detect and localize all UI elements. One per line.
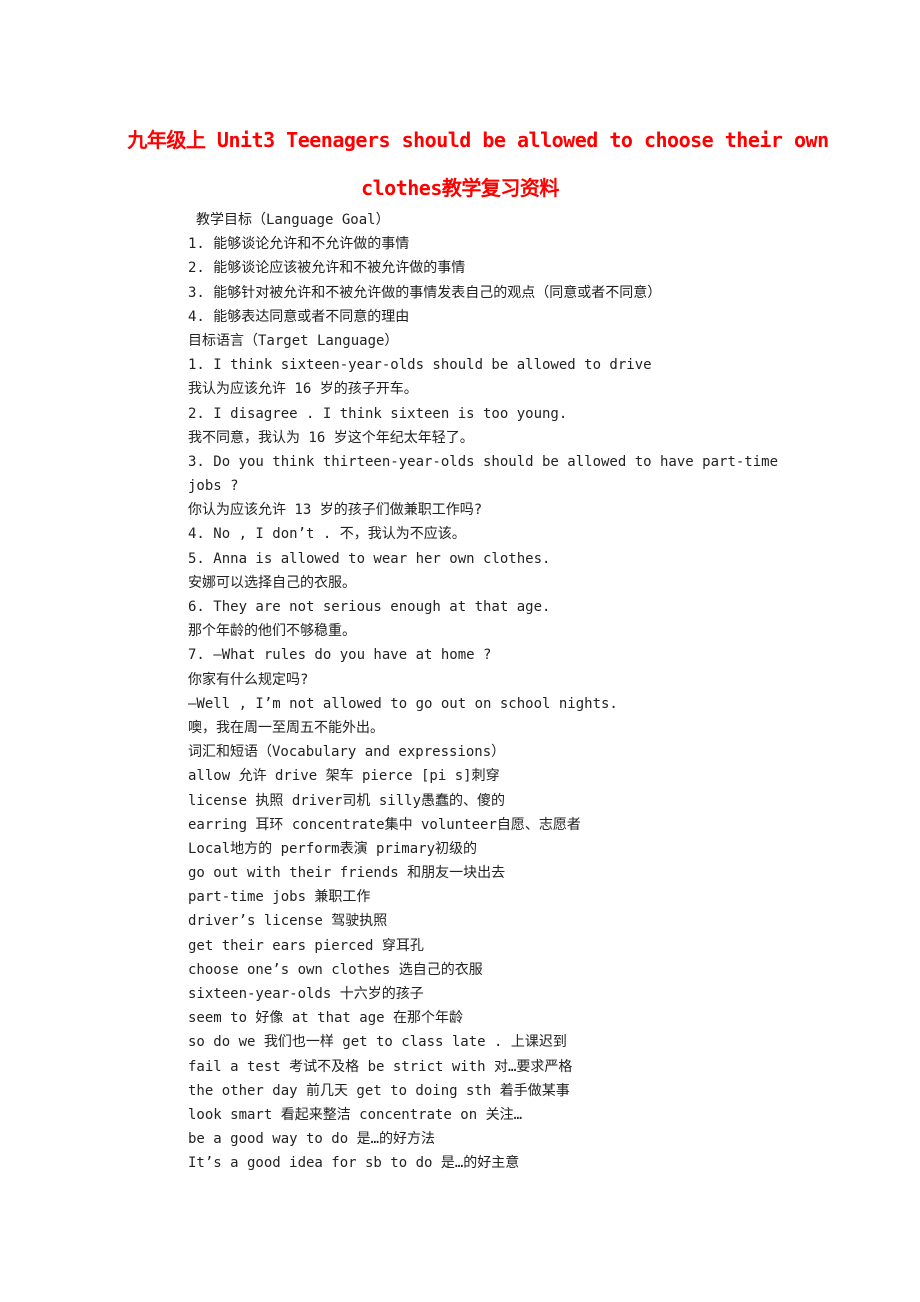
vocabulary-line: driver’s license 驾驶执照 bbox=[188, 913, 388, 930]
target-language-line: 3. Do you think thirteen-year-olds shoul… bbox=[188, 453, 779, 470]
vocabulary-line: It’s a good idea for sb to do 是…的好主意 bbox=[188, 1155, 520, 1172]
target-language-line: 6. They are not serious enough at that a… bbox=[188, 599, 551, 615]
vocabulary-line: look smart 看起来整洁 concentrate on 关注… bbox=[188, 1106, 523, 1123]
target-language-header: 目标语言（Target Language） bbox=[188, 332, 399, 349]
vocabulary-line: allow 允许 drive 架车 pierce [pi s]刺穿 bbox=[188, 768, 500, 785]
target-language-line: 那个年龄的他们不够稳重。 bbox=[188, 623, 356, 640]
target-language-line: 噢，我在周一至周五不能外出。 bbox=[188, 719, 384, 736]
vocabulary-line: sixteen-year-olds 十六岁的孩子 bbox=[188, 986, 424, 1002]
vocabulary-line: fail a test 考试不及格 be strict with 对…要求严格 bbox=[188, 1058, 573, 1075]
document-title-line-2: clothes教学复习资料 bbox=[361, 176, 559, 200]
target-language-line: 我不同意，我认为 16 岁这个年纪太年轻了。 bbox=[188, 429, 474, 446]
vocabulary-list: allow 允许 drive 架车 pierce [pi s]刺穿 licens… bbox=[188, 764, 828, 1175]
target-language-line: 2. I disagree . I think sixteen is too y… bbox=[188, 405, 568, 422]
target-language-line: 你认为应该允许 13 岁的孩子们做兼职工作吗? bbox=[188, 502, 483, 519]
target-language-line: 7. —What rules do you have at home ? bbox=[188, 647, 492, 664]
target-language-line: jobs ? bbox=[188, 478, 239, 495]
language-goal-header: 教学目标（Language Goal） bbox=[196, 212, 390, 228]
vocabulary-line: choose one’s own clothes 选自己的衣服 bbox=[188, 961, 483, 978]
document-body: 教学目标（Language Goal） 1. 能够谈论允许和不允许做的事情 2.… bbox=[188, 208, 828, 1176]
vocabulary-line: part-time jobs 兼职工作 bbox=[188, 889, 371, 906]
vocabulary-line: so do we 我们也一样 get to class late . 上课迟到 bbox=[188, 1034, 567, 1051]
document-title-line-1: 九年级上 Unit3 Teenagers should be allowed t… bbox=[127, 128, 829, 152]
target-language-line: 4. No , I don’t . 不，我认为不应该。 bbox=[188, 526, 466, 543]
target-language-line: 1. I think sixteen-year-olds should be a… bbox=[188, 357, 652, 374]
vocabulary-line: earring 耳环 concentrate集中 volunteer自愿、志愿者 bbox=[188, 816, 581, 833]
vocabulary-line: be a good way to do 是…的好方法 bbox=[188, 1131, 436, 1148]
vocabulary-line: Local地方的 perform表演 primary初级的 bbox=[188, 840, 478, 857]
vocabulary-line: the other day 前几天 get to doing sth 着手做某事 bbox=[188, 1082, 570, 1099]
target-language-line: 安娜可以选择自己的衣服。 bbox=[188, 574, 356, 591]
language-goal-item: 2. 能够谈论应该被允许和不被允许做的事情 bbox=[188, 260, 466, 277]
vocabulary-header: 词汇和短语（Vocabulary and expressions） bbox=[188, 744, 506, 761]
language-goal-item: 4. 能够表达同意或者不同意的理由 bbox=[188, 308, 410, 325]
language-goal-item: 1. 能够谈论允许和不允许做的事情 bbox=[188, 236, 410, 253]
target-language-line: —Well , I’m not allowed to go out on sch… bbox=[188, 695, 618, 712]
vocabulary-line: license 执照 driver司机 silly愚蠢的、傻的 bbox=[188, 792, 506, 809]
vocabulary-line: get their ears pierced 穿耳孔 bbox=[188, 937, 424, 954]
target-language-list: 1. I think sixteen-year-olds should be a… bbox=[188, 353, 828, 740]
target-language-line: 我认为应该允许 16 岁的孩子开车。 bbox=[188, 381, 418, 398]
target-language-line: 你家有什么规定吗? bbox=[188, 671, 309, 688]
vocabulary-line: go out with their friends 和朋友一块出去 bbox=[188, 865, 506, 882]
target-language-line: 5. Anna is allowed to wear her own cloth… bbox=[188, 550, 551, 567]
vocabulary-line: seem to 好像 at that age 在那个年龄 bbox=[188, 1010, 464, 1027]
language-goal-list: 1. 能够谈论允许和不允许做的事情 2. 能够谈论应该被允许和不被允许做的事情 … bbox=[188, 232, 828, 329]
language-goal-item: 3. 能够针对被允许和不被允许做的事情发表自己的观点（同意或者不同意） bbox=[188, 284, 662, 301]
